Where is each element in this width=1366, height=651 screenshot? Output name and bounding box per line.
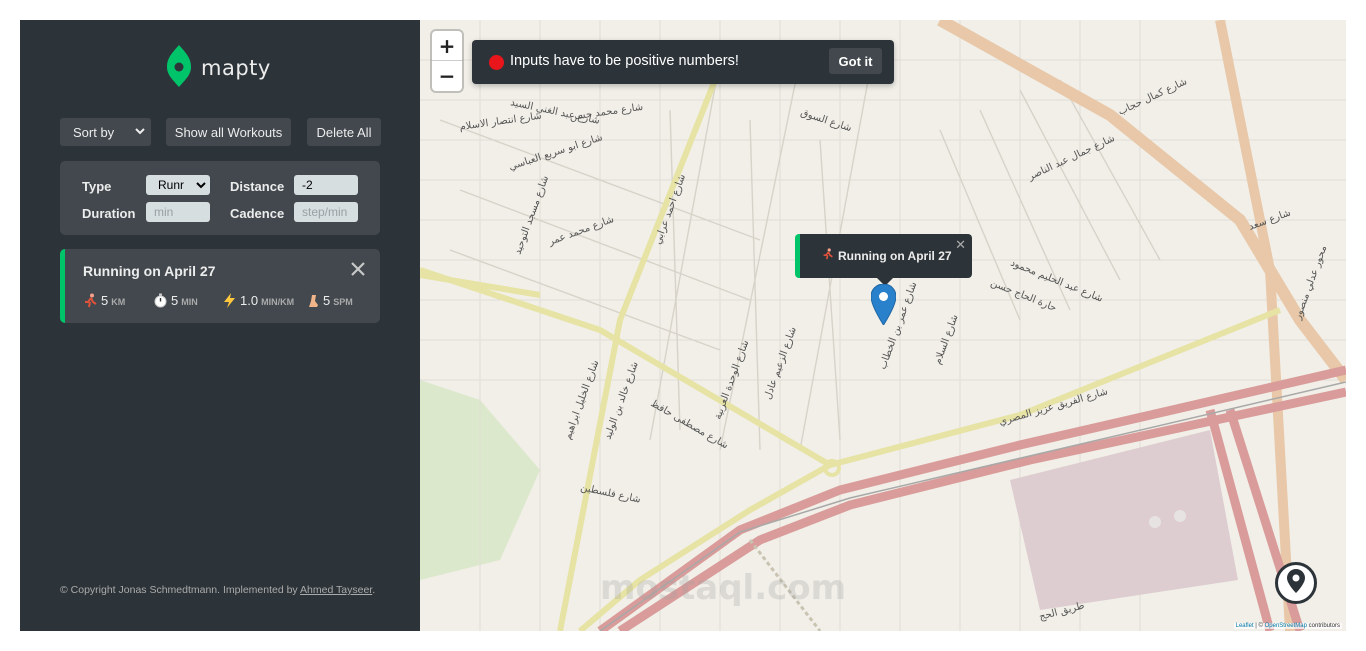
lightning-icon xyxy=(222,293,237,308)
popup-title: Running on April 27 xyxy=(838,248,952,263)
sort-label: Sort by xyxy=(73,124,115,140)
logo-pin-icon xyxy=(167,45,191,91)
cadence-label: Cadence xyxy=(230,206,285,221)
workout-duration-value: 5 xyxy=(171,293,179,308)
workout-pace-value: 1.0 xyxy=(240,293,259,308)
sidebar: mapty Sort by Show all Workouts Delete A… xyxy=(20,20,420,631)
workout-form: Type Runr Distance -2 Duration min Caden… xyxy=(60,161,380,235)
workout-cadence-unit: SPM xyxy=(333,297,353,307)
copyright: © Copyright Jonas Schmedtmann. Implement… xyxy=(60,584,375,596)
controls-bar: Sort by Show all Workouts Delete All xyxy=(60,118,381,146)
error-message: Inputs have to be positive numbers! xyxy=(510,53,739,69)
location-pin-icon xyxy=(1287,569,1305,597)
workout-accent-bar xyxy=(60,249,65,323)
error-toast: Inputs have to be positive numbers! Got … xyxy=(472,40,894,84)
watermark: mostaql.com xyxy=(600,568,847,608)
chevron-down-icon xyxy=(194,178,208,195)
error-dot-icon xyxy=(489,55,504,70)
runner-icon xyxy=(822,248,834,263)
footprint-icon xyxy=(305,293,320,308)
leaflet-link[interactable]: Leaflet xyxy=(1236,623,1254,629)
logo-text: mapty xyxy=(201,56,271,80)
workout-pace-unit: MIN/KM xyxy=(261,297,295,307)
workout-pace: 1.0 MIN/KM xyxy=(222,293,294,308)
zoom-control: + − xyxy=(432,31,462,91)
workout-distance: 5 KM xyxy=(83,293,125,308)
workout-popup: Running on April 27 ✕ xyxy=(795,234,972,278)
workout-distance-value: 5 xyxy=(101,293,109,308)
chevron-down-icon xyxy=(133,124,147,141)
got-it-button[interactable]: Got it xyxy=(829,48,882,74)
popup-content: Running on April 27 xyxy=(822,248,952,263)
type-label: Type xyxy=(82,179,112,194)
show-all-workouts-button[interactable]: Show all Workouts xyxy=(166,118,291,146)
app: mapty Sort by Show all Workouts Delete A… xyxy=(20,20,1346,631)
workout-duration: 5 MIN xyxy=(153,293,198,308)
duration-input[interactable]: min xyxy=(146,202,210,222)
runner-icon xyxy=(83,293,98,308)
delete-all-button[interactable]: Delete All xyxy=(307,118,381,146)
distance-label: Distance xyxy=(230,179,285,194)
map-attribution: Leaflet | © OpenStreetMap contributors xyxy=(1233,623,1342,629)
attribution-sep: | © xyxy=(1253,623,1265,629)
map-marker-icon[interactable] xyxy=(870,283,897,329)
type-select[interactable]: Runr xyxy=(146,175,210,195)
duration-label: Duration xyxy=(82,206,136,221)
workout-distance-unit: KM xyxy=(111,297,126,307)
logo: mapty xyxy=(167,45,271,91)
distance-input[interactable]: -2 xyxy=(294,175,358,195)
map[interactable]: شارع السوق شارع عبد الغني السيد شارع انت… xyxy=(420,20,1346,631)
osm-link[interactable]: OpenStreetMap xyxy=(1265,623,1307,629)
author-link[interactable]: Ahmed Tayseer xyxy=(300,584,372,596)
zoom-out-button[interactable]: − xyxy=(432,61,462,91)
cadence-input[interactable]: step/min xyxy=(294,202,358,222)
attribution-suffix: contributors xyxy=(1306,623,1340,629)
locate-button[interactable] xyxy=(1275,562,1317,604)
copyright-end: . xyxy=(372,584,376,596)
close-icon[interactable] xyxy=(350,261,366,277)
stopwatch-icon xyxy=(153,293,168,308)
workout-duration-unit: MIN xyxy=(181,297,198,307)
workout-cadence: 5 SPM xyxy=(305,293,353,308)
popup-close-button[interactable]: ✕ xyxy=(955,238,966,253)
copyright-text: © Copyright Jonas Schmedtmann. Implement… xyxy=(60,584,301,596)
type-select-value: Runr xyxy=(158,178,185,192)
workout-cadence-value: 5 xyxy=(323,293,331,308)
workout-card[interactable]: Running on April 27 5 KM 5 MIN 1.0 MIN/K… xyxy=(60,249,380,323)
sort-select[interactable]: Sort by xyxy=(60,118,151,146)
zoom-in-button[interactable]: + xyxy=(432,31,462,61)
workout-title: Running on April 27 xyxy=(83,263,216,279)
